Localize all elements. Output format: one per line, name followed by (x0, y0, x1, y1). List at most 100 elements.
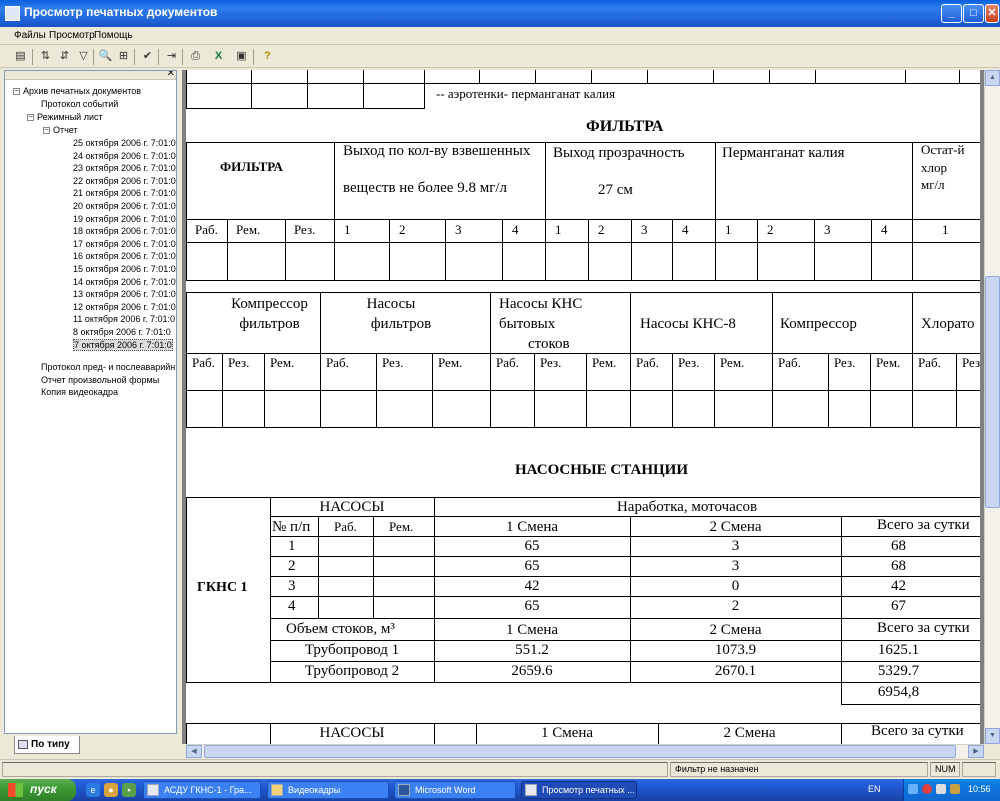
pumps-sub-label: Рем. (270, 355, 295, 370)
scroll-thumb[interactable] (204, 745, 956, 758)
tree-node-date[interactable]: 25 октября 2006 г. 7:01:0 (73, 137, 176, 149)
next-shift2-header: 2 Смена (723, 725, 776, 741)
tree-node-date[interactable]: 12 октября 2006 г. 7:01:0 (73, 301, 176, 313)
maximize-button[interactable]: □ (963, 4, 984, 23)
pin-icon[interactable]: ⇥ (163, 48, 180, 65)
language-indicator[interactable]: EN (868, 784, 881, 794)
tree-node-date[interactable]: 7 октября 2006 г. 7:01:0 (73, 338, 173, 351)
gkns-pipe-shift1: 551.2 (515, 642, 549, 658)
security-icon[interactable] (922, 784, 932, 794)
tree-node-date[interactable]: 22 октября 2006 г. 7:01:0 (73, 175, 176, 187)
tree-node-label: Отчет произвольной формы (41, 375, 160, 385)
task-asdu[interactable]: АСДУ ГКНС-1 - Гра... (143, 781, 261, 799)
tree-node-date[interactable]: 24 октября 2006 г. 7:01:0 (73, 150, 176, 162)
tree-node-date[interactable]: 16 октября 2006 г. 7:01:0 (73, 250, 176, 262)
help-icon[interactable]: ? (259, 48, 276, 65)
tree-node-label: 19 октября 2006 г. 7:01:0 (73, 213, 176, 224)
volume-icon[interactable] (936, 784, 946, 794)
tree-node-date[interactable]: 23 октября 2006 г. 7:01:0 (73, 162, 176, 174)
close-button[interactable]: ✕ (985, 4, 999, 23)
collapse-icon[interactable]: − (13, 88, 20, 96)
collapse-icon[interactable]: − (43, 127, 50, 135)
app-icon (5, 6, 20, 21)
print-icon[interactable]: ⎙ (187, 48, 204, 65)
filter-icon[interactable]: ▽ (75, 48, 92, 65)
pumps-head-g1b: фильтров (239, 316, 300, 332)
tree-node-report[interactable]: − Отчет (43, 124, 78, 136)
scroll-up-icon[interactable]: ▲ (985, 70, 1000, 86)
stations-title: НАСОСНЫЕ СТАНЦИИ (515, 462, 689, 478)
filters-head-col3a: Выход прозрачность (553, 145, 685, 161)
table-line (814, 219, 815, 280)
title-bar[interactable]: Просмотр печатных документов _ □ ✕ (0, 0, 1000, 27)
tree-node-date[interactable]: 11 октября 2006 г. 7:01:0 (73, 313, 175, 325)
next-pumps-header: НАСОСЫ (319, 725, 385, 741)
tab-by-type[interactable]: По типу (14, 736, 80, 754)
filters-sub-label: Рез. (294, 222, 316, 237)
gkns-rab-header: Раб. (334, 519, 357, 534)
tree-node-video-copy[interactable]: Копия видеокадра (41, 386, 118, 398)
pumps-head-g2b: фильтров (370, 316, 432, 332)
gkns-row-shift2: 3 (731, 558, 740, 574)
excel-icon[interactable]: X (210, 48, 227, 65)
sort-descending-icon[interactable]: ⇵ (56, 48, 73, 65)
scroll-left-icon[interactable]: ◀ (186, 745, 202, 758)
preview-icon[interactable]: 🔍 (97, 48, 114, 65)
table-line (264, 353, 265, 427)
desktop-icon[interactable]: ▪ (122, 783, 136, 797)
tree-node-label: 13 октября 2006 г. 7:01:0 (73, 289, 176, 300)
tree-node-mode-sheet[interactable]: − Режимный лист (27, 111, 103, 123)
task-videokadry[interactable]: Видеокадры (267, 781, 389, 799)
tree-node-date[interactable]: 15 октября 2006 г. 7:01:0 (73, 263, 176, 275)
tree-node-date[interactable]: 19 октября 2006 г. 7:01:0 (73, 213, 176, 225)
tree-node-date[interactable]: 17 октября 2006 г. 7:01:0 (73, 238, 176, 250)
tree-node-date[interactable]: 8 октября 2006 г. 7:01:0 (73, 326, 171, 338)
table-line (956, 353, 957, 427)
pumps-sub-label: Рез. (540, 355, 562, 370)
table-line (270, 661, 980, 662)
media-icon[interactable]: ● (104, 783, 118, 797)
table-line (270, 536, 980, 537)
filters-sub-label: Раб. (195, 222, 218, 237)
grid-icon[interactable]: ⊞ (115, 48, 132, 65)
check-icon[interactable]: ✔ (139, 48, 156, 65)
collapse-icon[interactable]: − (27, 114, 34, 122)
menu-files[interactable]: Файлы (14, 30, 46, 41)
tree-node-date[interactable]: 18 октября 2006 г. 7:01:0 (73, 225, 176, 237)
tree-node-custom[interactable]: Отчет произвольной формы (41, 374, 159, 386)
menu-view[interactable]: Просмотр (49, 30, 95, 41)
properties-icon[interactable]: ▣ (233, 48, 250, 65)
windows-flag-icon (8, 783, 23, 797)
gkns-vol-shift1: 1 Смена (505, 622, 559, 638)
tray-app-icon[interactable] (950, 784, 960, 794)
filters-head-col5c: мг/л (921, 177, 945, 192)
horizontal-scrollbar[interactable]: ◀ ▶ (186, 744, 984, 758)
tree-node-date[interactable]: 13 октября 2006 г. 7:01:0 (73, 288, 176, 300)
pumps-sub-label: Рез. (834, 355, 856, 370)
tree-node-date[interactable]: 21 октября 2006 г. 7:01:0 (73, 187, 176, 199)
minimize-button[interactable]: _ (941, 4, 962, 23)
network-icon[interactable] (908, 784, 918, 794)
start-button[interactable]: пуск (0, 779, 76, 801)
task-print-viewer[interactable]: Просмотр печатных ... (521, 781, 637, 799)
vertical-scrollbar[interactable]: ▲ ▼ (984, 70, 1000, 744)
scroll-down-icon[interactable]: ▼ (985, 728, 1000, 744)
internet-explorer-icon[interactable]: e (86, 783, 100, 797)
panel-close-icon[interactable]: ✕ (167, 71, 175, 79)
tree-node-date[interactable]: 14 октября 2006 г. 7:01:0 (73, 276, 176, 288)
word-icon (398, 784, 410, 796)
tree-node-date[interactable]: 20 октября 2006 г. 7:01:0 (73, 200, 176, 212)
task-word[interactable]: Microsoft Word (394, 781, 516, 799)
tree-node-pre-post[interactable]: Протокол пред- и послеаварийн (41, 361, 175, 373)
gkns-row-shift1: 42 (524, 578, 540, 594)
sort-ascending-icon[interactable]: ⇅ (37, 48, 54, 65)
tree-node-events[interactable]: Протокол событий (41, 98, 118, 110)
scroll-thumb[interactable] (985, 276, 1000, 508)
table-line (251, 70, 252, 109)
table-line (588, 219, 589, 280)
tree-node-archive[interactable]: − Архив печатных документов (13, 85, 141, 97)
scroll-right-icon[interactable]: ▶ (968, 745, 984, 758)
menu-help[interactable]: Помощь (94, 30, 133, 41)
open-folder-icon[interactable]: ▤ (12, 48, 29, 65)
gkns-row-shift2: 3 (731, 538, 740, 554)
